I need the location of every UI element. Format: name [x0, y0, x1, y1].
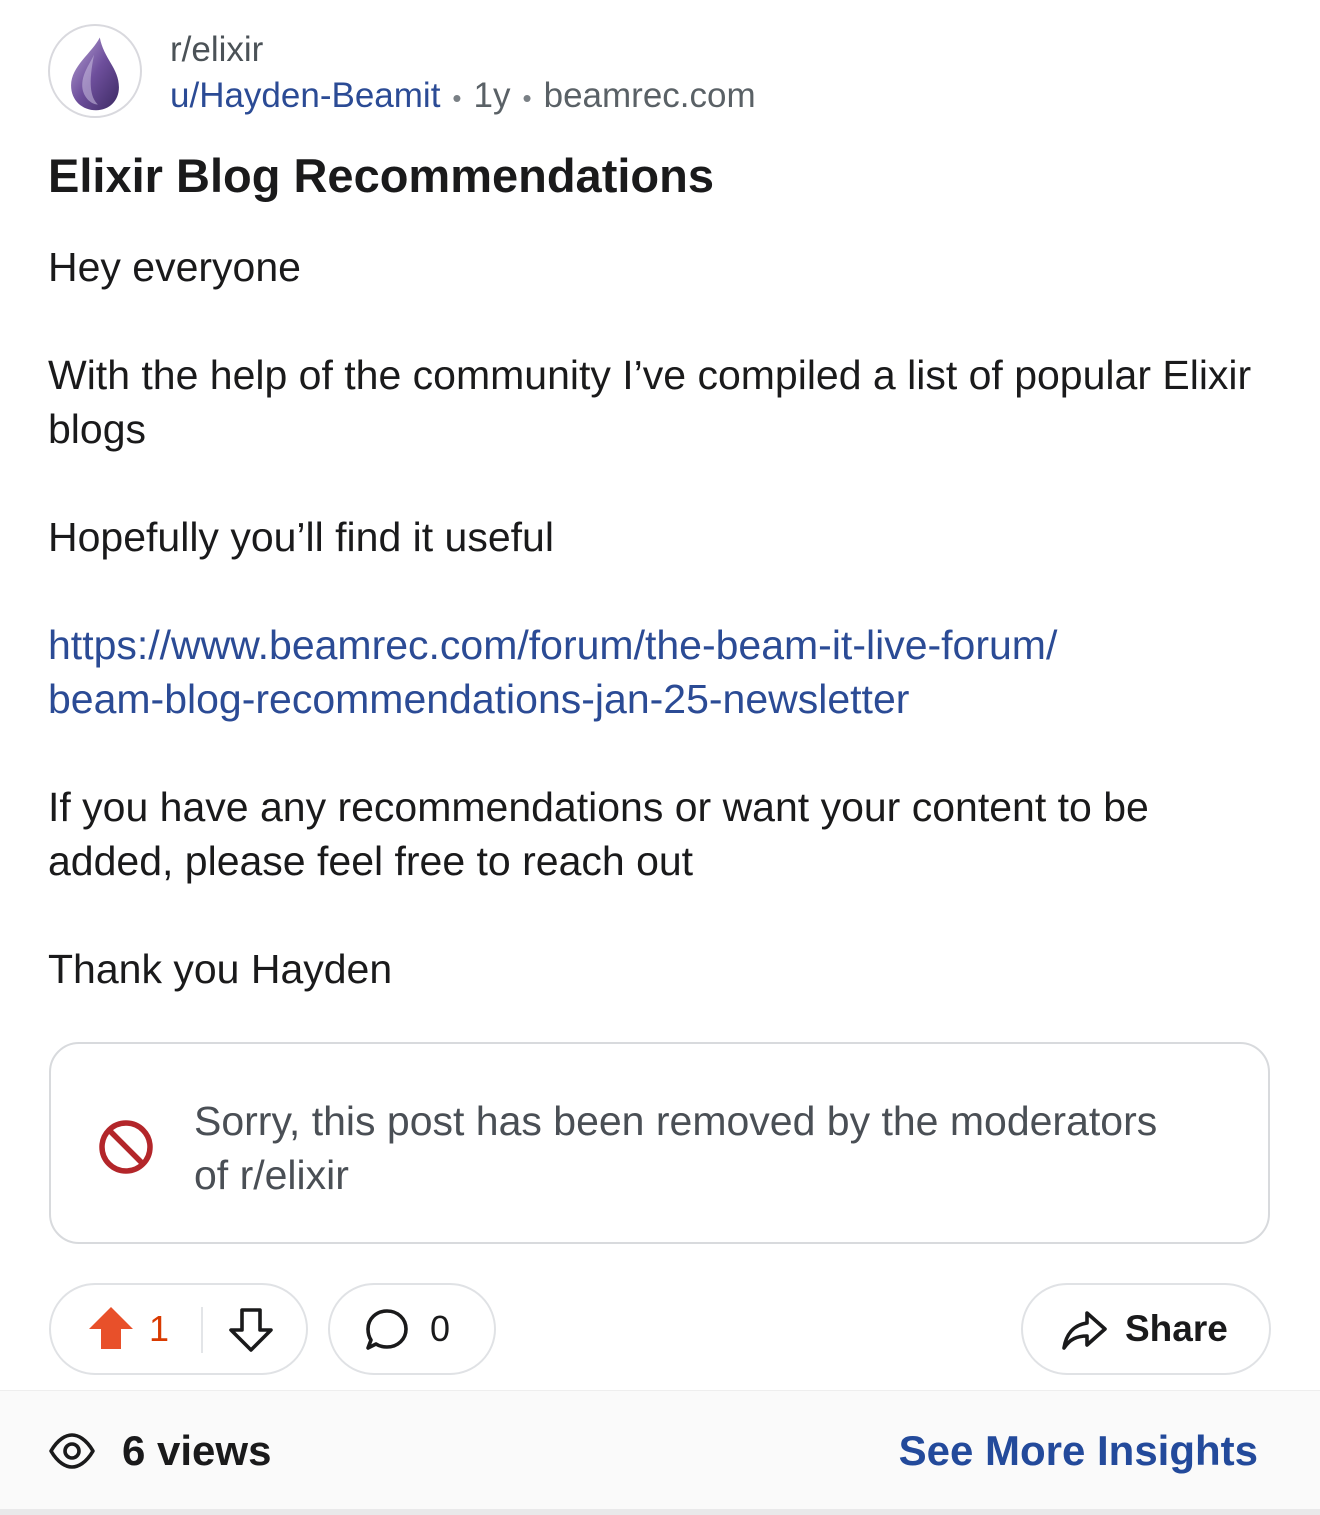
eye-icon — [49, 1433, 95, 1469]
body-signoff: Thank you Hayden — [48, 946, 393, 992]
body-hope: Hopefully you’ll find it useful — [48, 514, 554, 560]
post-link-line-1[interactable]: https://www.beamrec.com/forum/the-beam-i… — [48, 618, 1278, 672]
share-button[interactable]: Share — [1021, 1283, 1271, 1375]
vote-control: 1 — [49, 1283, 308, 1375]
downvote-arrow-icon[interactable] — [225, 1303, 277, 1355]
body-intro: With the help of the community I’ve comp… — [48, 352, 1252, 452]
post-domain[interactable]: beamrec.com — [544, 76, 756, 115]
elixir-drop-icon — [71, 37, 119, 111]
post-link-line-2[interactable]: beam-blog-recommendations-jan-25-newslet… — [48, 672, 1278, 726]
body-link[interactable]: https://www.beamrec.com/forum/the-beam-i… — [48, 618, 1278, 726]
post-body: Hey everyone With the help of the commun… — [48, 240, 1278, 1050]
share-label: Share — [1125, 1308, 1228, 1349]
removed-notice-text: Sorry, this post has been removed by the… — [194, 1098, 1158, 1198]
insights-footer: 6 views See More Insights — [0, 1390, 1320, 1515]
subreddit-name[interactable]: r/elixir — [170, 28, 263, 72]
comment-bubble-icon — [366, 1309, 408, 1350]
prohibited-icon — [99, 1120, 153, 1174]
body-request: If you have any recommendations or want … — [48, 784, 1149, 884]
view-count: 6 views — [122, 1427, 272, 1474]
vote-divider — [201, 1307, 203, 1353]
post-meta: u/Hayden-Beamit • 1y • beamrec.com — [170, 74, 756, 120]
post-card: r/elixir u/Hayden-Beamit • 1y • beamrec.com … — [0, 0, 1320, 1390]
comments-button[interactable]: 0 — [328, 1283, 496, 1375]
share-arrow-icon — [1062, 1311, 1107, 1350]
see-more-insights-link[interactable]: See More Insights — [899, 1425, 1258, 1477]
subreddit-avatar[interactable] — [48, 24, 142, 118]
upvote-arrow-icon[interactable] — [85, 1303, 137, 1355]
author-link[interactable]: u/Hayden-Beamit — [170, 76, 440, 115]
comment-count: 0 — [430, 1308, 451, 1349]
meta-separator: • — [522, 82, 532, 113]
post-age: 1y — [473, 76, 511, 115]
meta-separator: • — [452, 82, 462, 113]
removed-notice: Sorry, this post has been removed by the… — [49, 1042, 1270, 1244]
post-title[interactable]: Elixir Blog Recommendations — [48, 148, 714, 204]
body-greeting: Hey everyone — [48, 244, 301, 290]
upvote-count: 1 — [149, 1308, 170, 1349]
footer-divider — [0, 1509, 1320, 1515]
